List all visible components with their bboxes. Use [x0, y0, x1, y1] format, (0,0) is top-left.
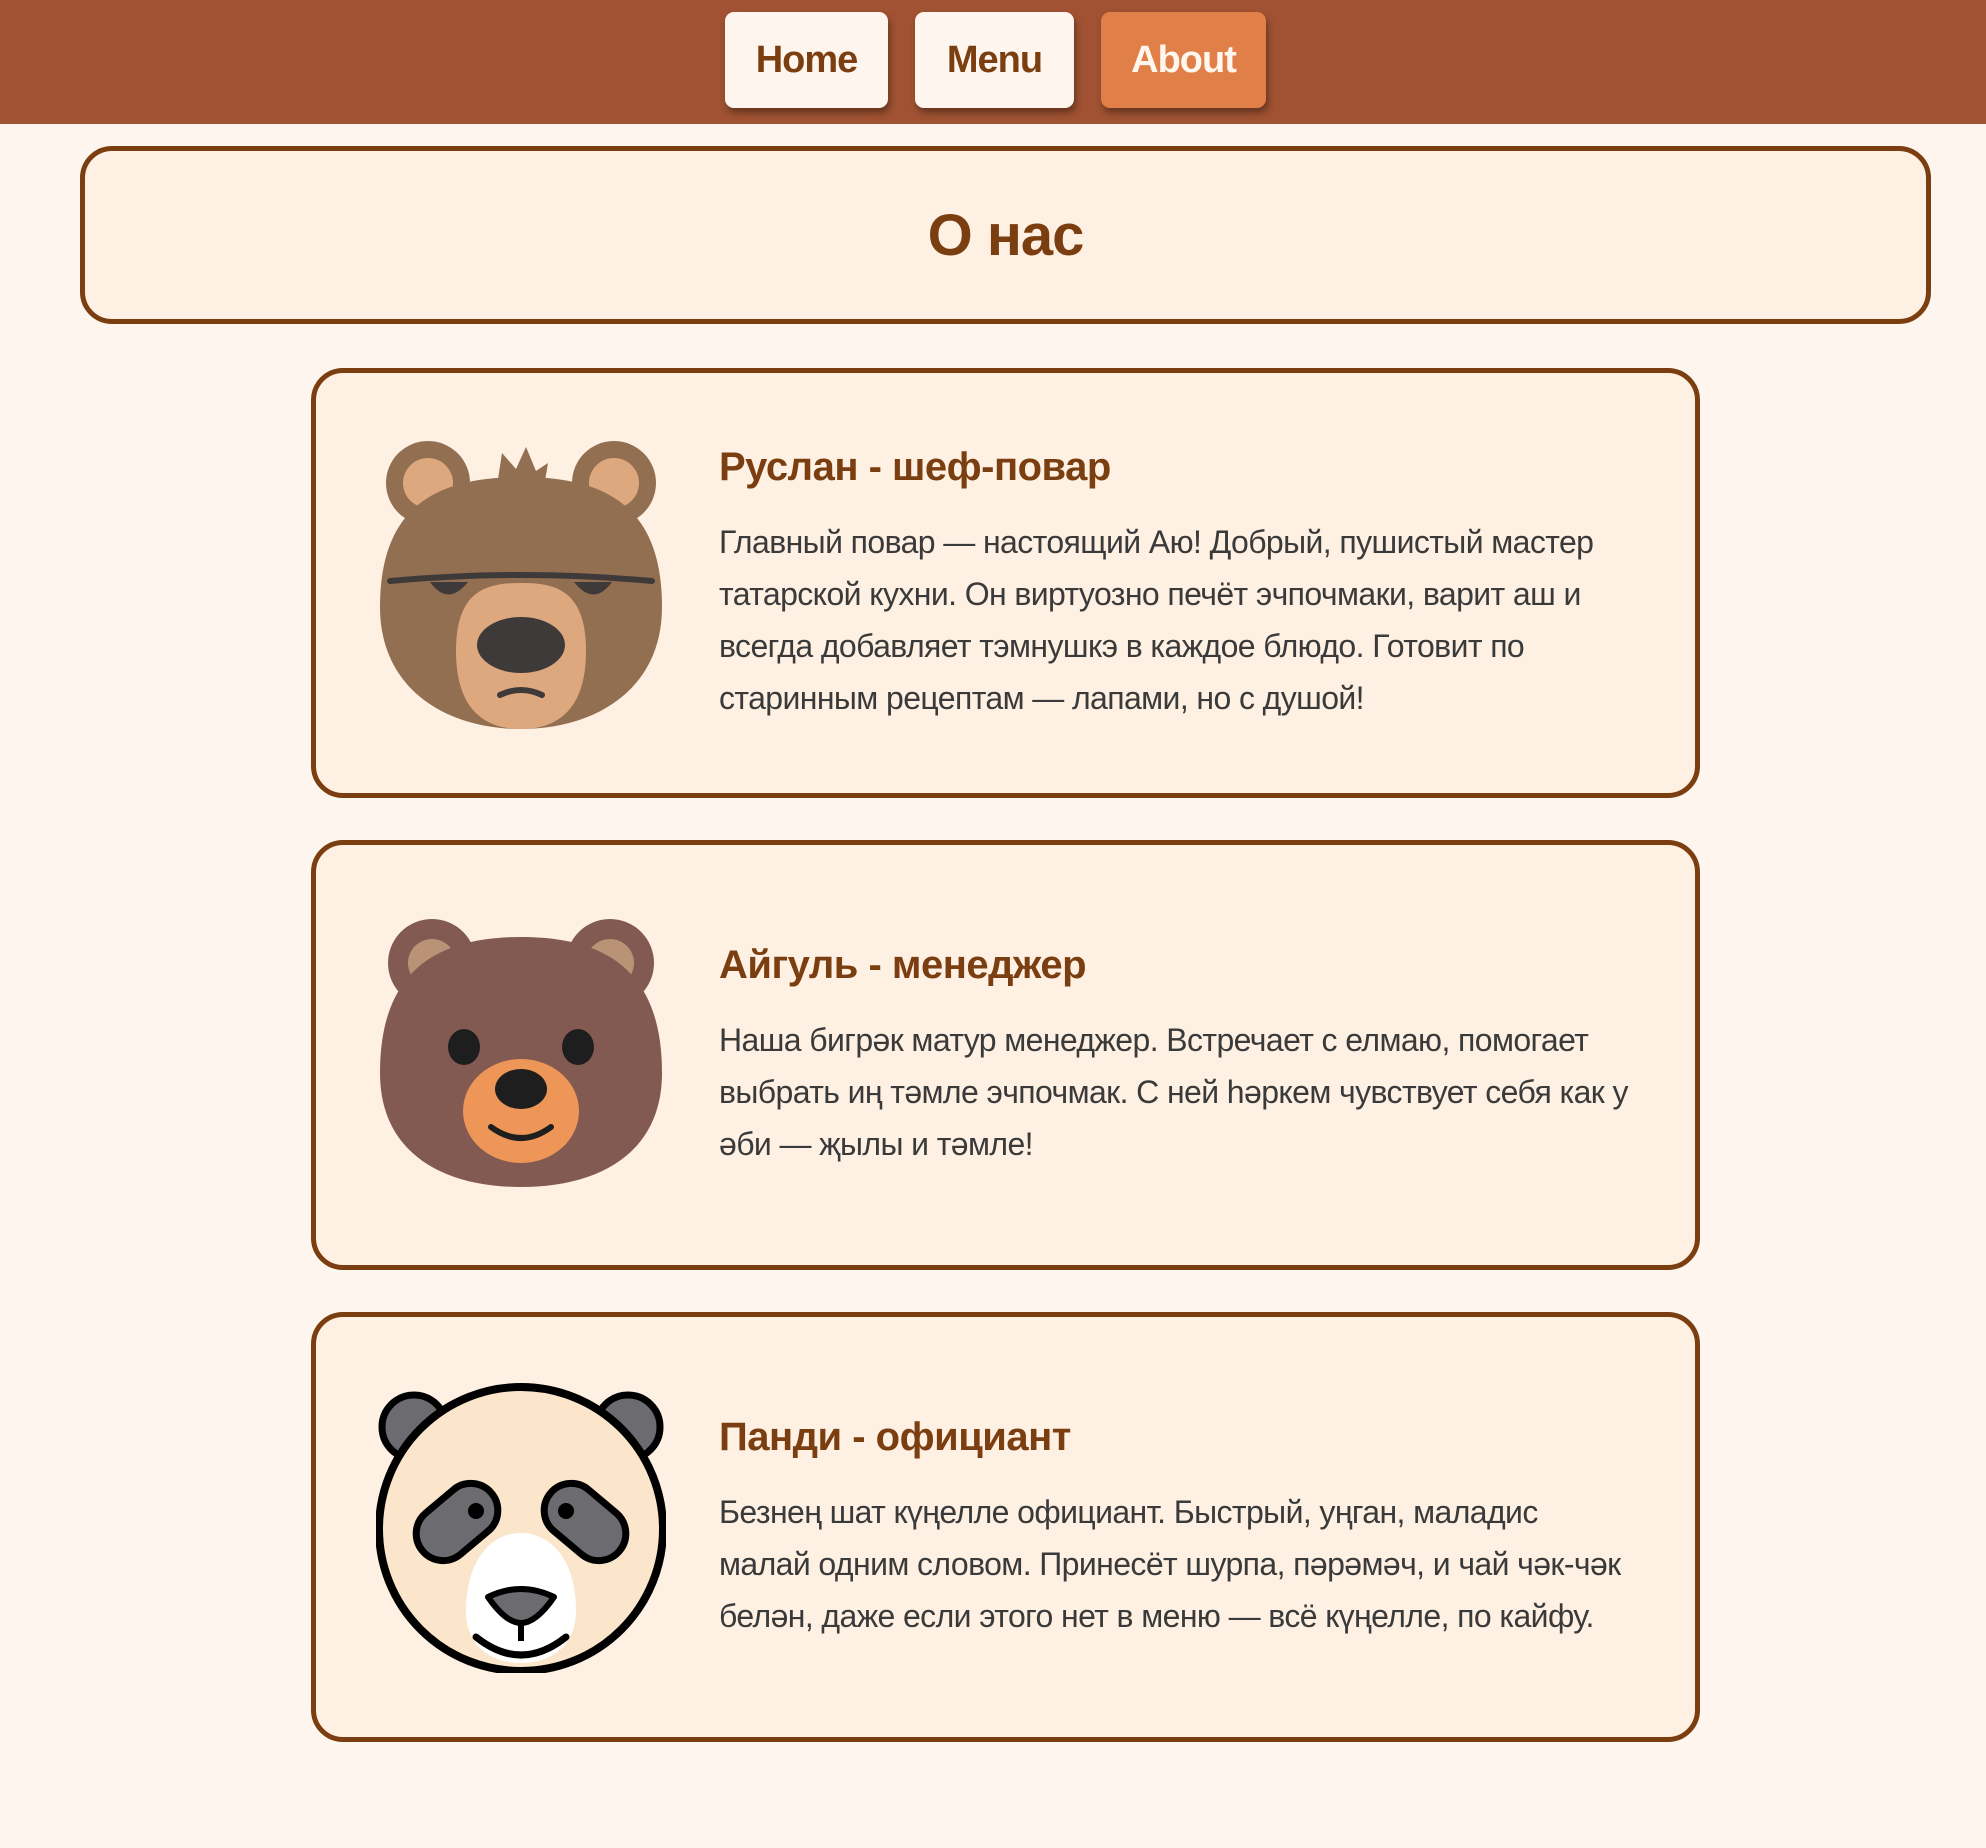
grumpy-bear-icon — [380, 441, 662, 729]
member-description: Главный повар — настоящий Аю! Добрый, пу… — [719, 524, 1594, 716]
member-name: Панди - официант — [719, 1415, 1071, 1459]
panda-icon — [376, 1383, 666, 1673]
page-title: О нас — [927, 202, 1085, 268]
member-description: Наша бигрәк матур менеджер. Встречает с … — [719, 1022, 1629, 1162]
nav-menu-button[interactable]: Menu — [915, 12, 1074, 108]
page-title-box: О нас — [80, 146, 1931, 324]
team-card-text: Руслан - шеф-повар Главный повар — насто… — [719, 445, 1635, 724]
team-card-waiter: Панди - официант Безнең шат күңелле офиц… — [311, 1312, 1700, 1742]
team-card-manager: Айгуль - менеджер Наша бигрәк матур мене… — [311, 840, 1700, 1270]
member-description: Безнең шат күңелле официант. Быстрый, уң… — [719, 1494, 1621, 1634]
nav-about-button[interactable]: About — [1101, 12, 1266, 108]
member-name: Айгуль - менеджер — [719, 943, 1087, 987]
member-name: Руслан - шеф-повар — [719, 445, 1111, 489]
top-navbar: Home Menu About — [0, 0, 1986, 124]
team-card-text: Айгуль - менеджер Наша бигрәк матур мене… — [719, 943, 1635, 1170]
nav-home-button[interactable]: Home — [725, 12, 888, 108]
smiling-bear-icon — [380, 919, 662, 1187]
team-card-chef: Руслан - шеф-повар Главный повар — насто… — [311, 368, 1700, 798]
team-card-text: Панди - официант Безнең шат күңелле офиц… — [719, 1415, 1635, 1642]
